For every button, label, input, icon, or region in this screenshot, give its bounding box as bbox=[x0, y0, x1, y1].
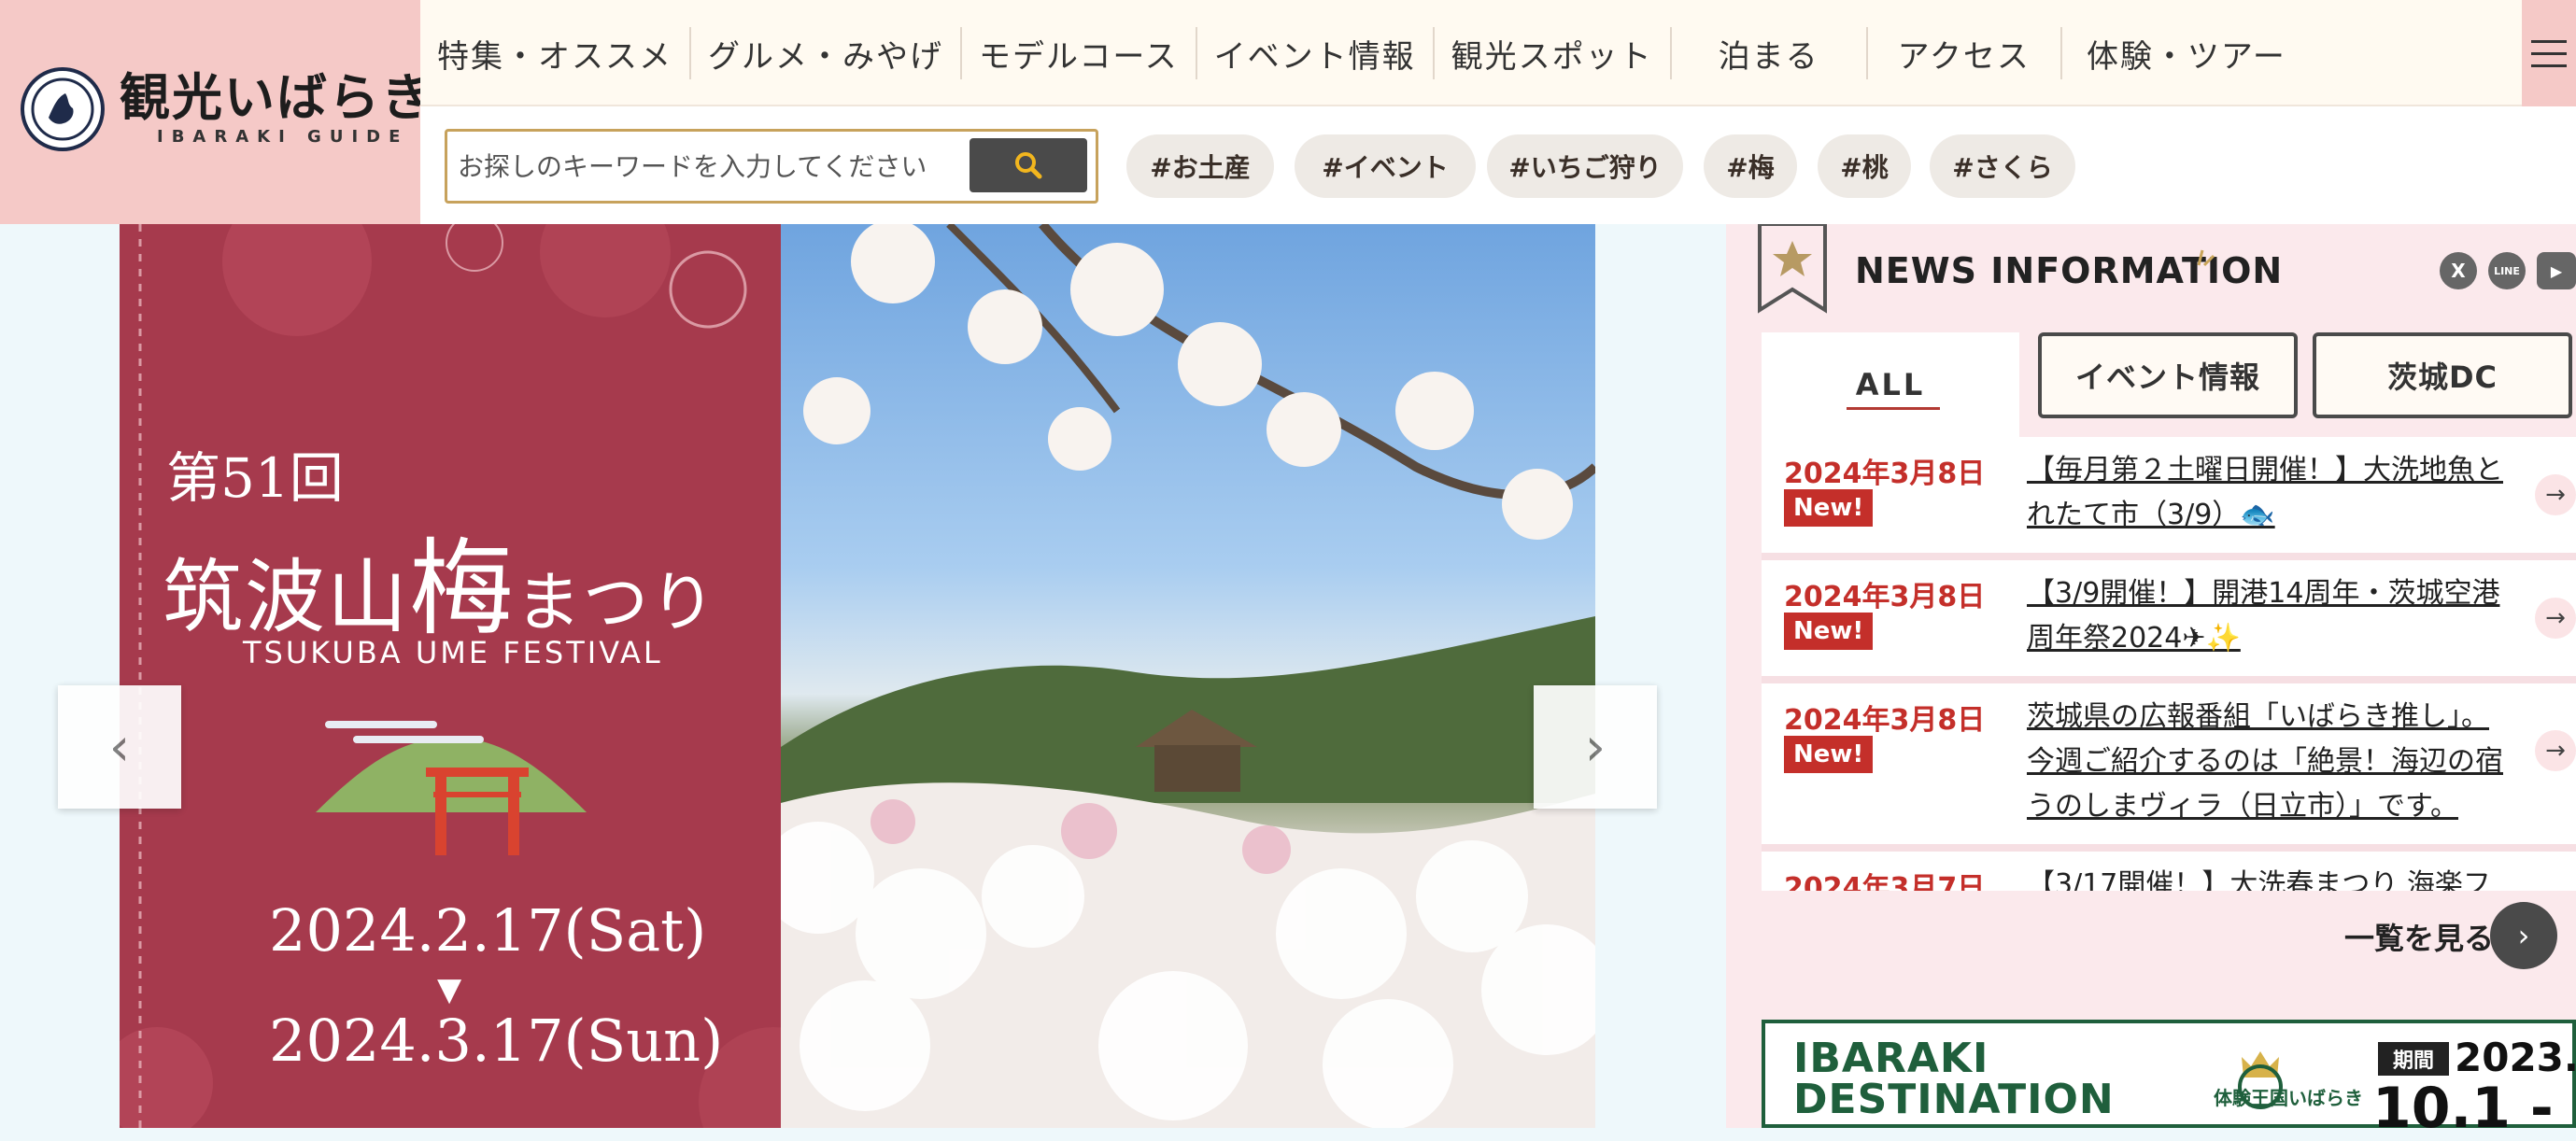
arrow-right-icon[interactable]: → bbox=[2535, 730, 2576, 771]
hero-slider[interactable]: 第51回 筑波山梅まつり TSUKUBA UME FESTIVAL 2024.2… bbox=[120, 224, 1595, 1128]
festival-name: 筑波山梅まつり bbox=[163, 504, 717, 655]
news-link[interactable]: 【毎月第２土曜日開催！】大洗地魚とれたて市（3/9）🐟 bbox=[2027, 448, 2512, 538]
new-badge: New! bbox=[1784, 736, 1874, 773]
chevron-left-icon: ‹ bbox=[108, 716, 131, 778]
plum-grove-illustration bbox=[781, 224, 1595, 1128]
festival-edition: 第51回 bbox=[166, 446, 344, 510]
news-date: 2024年3月8日 bbox=[1784, 458, 1986, 490]
news-date: 2024年3月8日 bbox=[1784, 581, 1986, 613]
banner-kingdom-text: 体験王国いばらき bbox=[2214, 1087, 2363, 1109]
logo-title[interactable]: 観光いばらき bbox=[120, 56, 433, 130]
chevron-right-icon: › bbox=[2517, 918, 2530, 953]
line-social-icon[interactable]: LINE bbox=[2488, 252, 2526, 289]
slider-prev-button[interactable]: ‹ bbox=[58, 685, 181, 809]
news-item[interactable]: 2024年3月8日 New! 茨城県の広報番組「いばらき推し」。今週ご紹介するの… bbox=[1762, 683, 2576, 844]
slider-next-button[interactable]: › bbox=[1534, 685, 1657, 809]
festival-start-date: 2024.2.17(Sat) bbox=[269, 896, 707, 965]
news-item[interactable]: 2024年3月8日 New! 【毎月第２土曜日開催！】大洗地魚とれたて市（3/9… bbox=[1762, 437, 2576, 553]
tag-sakura[interactable]: #さくら bbox=[1930, 134, 2075, 198]
x-social-icon[interactable]: X bbox=[2440, 252, 2477, 289]
new-badge: New! bbox=[1784, 613, 1874, 650]
nav-item-gourmet[interactable]: グルメ・みやげ bbox=[691, 27, 962, 79]
search-input[interactable] bbox=[458, 140, 962, 192]
search-button[interactable] bbox=[970, 138, 1087, 192]
news-date: 2024年3月8日 bbox=[1784, 704, 1986, 737]
news-item[interactable]: 2024年3月7日 【3/17開催！】大洗春まつり 海楽フ bbox=[1762, 852, 2576, 891]
banner-title-line2: DESTINATION bbox=[1793, 1076, 2115, 1123]
hamburger-icon bbox=[2531, 39, 2567, 43]
youtube-social-icon[interactable]: ▶ bbox=[2537, 252, 2576, 289]
festival-name-pre: 筑波山 bbox=[163, 551, 409, 644]
banner-year: 2023. bbox=[2455, 1035, 2576, 1080]
tag-ume[interactable]: #梅 bbox=[1704, 134, 1797, 198]
news-link[interactable]: 【3/17開催！】大洗春まつり 海楽フ bbox=[2027, 863, 2512, 891]
festival-end-date: 2024.3.17(Sun) bbox=[269, 1007, 724, 1075]
arrow-right-icon[interactable]: → bbox=[2535, 474, 2576, 515]
tag-event[interactable]: #イベント bbox=[1295, 134, 1476, 198]
news-link[interactable]: 茨城県の広報番組「いばらき推し」。今週ご紹介するのは「絶景！海辺の宿うのしまヴィ… bbox=[2027, 695, 2512, 829]
tab-event-info[interactable]: イベント情報 bbox=[2038, 332, 2298, 418]
search-icon bbox=[1015, 152, 1042, 179]
tab-ibaraki-dc[interactable]: 茨城DC bbox=[2313, 332, 2572, 418]
hero-plum-photo bbox=[781, 224, 1595, 1128]
tag-souvenir[interactable]: #お土産 bbox=[1126, 134, 1274, 198]
banner-date: 10.1 - bbox=[2372, 1076, 2554, 1141]
hamburger-menu-button[interactable] bbox=[2522, 0, 2576, 106]
hamburger-icon-line bbox=[2531, 51, 2567, 55]
ibaraki-emblem-icon[interactable] bbox=[21, 67, 105, 151]
nav-item-events[interactable]: イベント情報 bbox=[1197, 27, 1435, 79]
logo-subtitle: IBARAKI GUIDE bbox=[157, 127, 409, 147]
nav-item-spots[interactable]: 観光スポット bbox=[1435, 27, 1672, 79]
tag-strawberry[interactable]: #いちご狩り bbox=[1487, 134, 1683, 198]
view-all-button[interactable]: › bbox=[2490, 902, 2557, 969]
festival-name-main: 梅 bbox=[409, 528, 516, 650]
nav-item-model-course[interactable]: モデルコース bbox=[962, 27, 1197, 79]
tab-active-underline bbox=[1847, 407, 1940, 410]
sparkle-icon bbox=[2197, 249, 2215, 267]
tag-peach[interactable]: #桃 bbox=[1818, 134, 1911, 198]
nav-item-features[interactable]: 特集・オススメ bbox=[420, 27, 691, 79]
arrow-right-icon[interactable]: → bbox=[2535, 598, 2576, 639]
banner-period-label: 期間 bbox=[2378, 1042, 2449, 1076]
festival-date-arrow: ▼ bbox=[437, 971, 462, 1008]
festival-name-en: TSUKUBA UME FESTIVAL bbox=[243, 635, 663, 670]
new-badge: New! bbox=[1784, 489, 1874, 527]
nav-item-access[interactable]: アクセス bbox=[1868, 27, 2062, 79]
mount-tsukuba-icon bbox=[316, 721, 587, 855]
news-link[interactable]: 【3/9開催！】開港14周年・茨城空港周年祭2024✈✨ bbox=[2027, 571, 2512, 661]
hamburger-icon-line bbox=[2531, 63, 2567, 67]
nav-item-experience[interactable]: 体験・ツアー bbox=[2062, 27, 2311, 79]
bookmark-star-icon bbox=[1758, 224, 1827, 314]
news-item[interactable]: 2024年3月8日 New! 【3/9開催！】開港14周年・茨城空港周年祭202… bbox=[1762, 560, 2576, 676]
news-title: NEWS INFORMATION bbox=[1855, 250, 2284, 291]
view-all-label[interactable]: 一覧を見る bbox=[2344, 915, 2494, 958]
festival-name-post: まつり bbox=[516, 564, 717, 641]
main-nav: 特集・オススメ グルメ・みやげ モデルコース イベント情報 観光スポット 泊まる… bbox=[420, 0, 2311, 106]
news-date: 2024年3月7日 bbox=[1784, 872, 1986, 891]
chevron-right-icon: › bbox=[1584, 716, 1606, 778]
news-list: 2024年3月8日 New! 【毎月第２土曜日開催！】大洗地魚とれたて市（3/9… bbox=[1762, 437, 2576, 891]
nav-item-stay[interactable]: 泊まる bbox=[1672, 27, 1868, 79]
tab-all[interactable]: ALL bbox=[1762, 332, 2019, 437]
